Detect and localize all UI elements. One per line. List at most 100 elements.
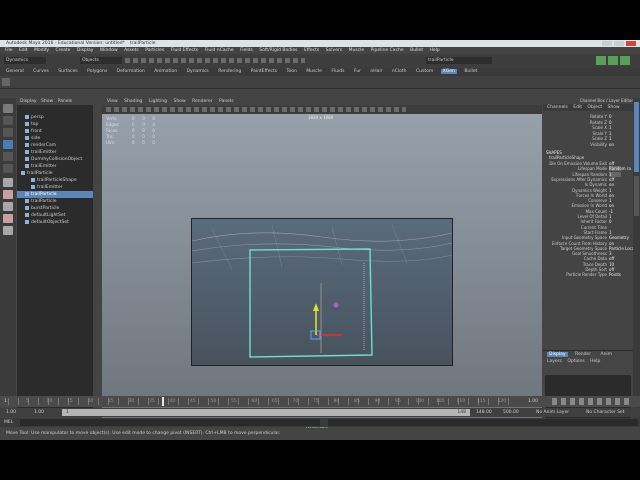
shape-attribute-row[interactable]: Target Geometry Space Particle Local xyxy=(560,246,635,251)
attribute-value[interactable]: on xyxy=(609,193,621,198)
attribute-value[interactable]: 3 xyxy=(609,251,621,256)
outliner-item[interactable]: side xyxy=(25,135,40,142)
attribute-value[interactable]: 1 xyxy=(609,198,621,203)
four-pane-layout-icon[interactable] xyxy=(3,190,13,199)
attribute-value[interactable]: 1 xyxy=(609,230,621,235)
attribute-value[interactable]: 1 xyxy=(609,188,621,193)
attribute-value[interactable]: Particle Local xyxy=(609,246,635,251)
outliner-item[interactable]: trailEmitter xyxy=(31,184,63,191)
menu-item[interactable]: Modify xyxy=(34,48,49,53)
shape-attribute-row[interactable]: Is Dynamic on xyxy=(585,182,621,187)
channel-row[interactable]: Scale Y1 xyxy=(593,131,621,136)
shape-attribute-row[interactable]: Cache Data off xyxy=(584,256,621,261)
shape-attribute-row[interactable]: Max Count -1 xyxy=(586,209,621,214)
shape-attribute-row[interactable]: Inherit Factor 0 xyxy=(580,219,621,224)
paint-select-tool-icon[interactable] xyxy=(3,128,13,137)
outliner-item[interactable]: trailParticle xyxy=(25,198,57,205)
viewport-menu-panels[interactable]: Panels xyxy=(219,99,233,104)
menuset-dropdown[interactable]: Dynamics xyxy=(4,57,46,64)
time-slider[interactable]: 1 5 10 15 20 25 30 35 40 45 50 55 60 65 70 75 80 85 90 95 10… xyxy=(0,396,640,407)
attribute-value[interactable]: off xyxy=(609,177,621,182)
anim-layer-dropdown[interactable]: No Anim Layer xyxy=(536,408,569,417)
shelf-tab-animation[interactable]: Animation xyxy=(152,69,179,74)
viewport-menu-show[interactable]: Show xyxy=(173,99,185,104)
shape-attribute-row[interactable]: Forces In World on xyxy=(576,193,621,198)
render-settings-icon[interactable] xyxy=(596,56,606,65)
attribute-value[interactable]: -1 xyxy=(609,209,621,214)
shelf-tab-curves[interactable]: Curves xyxy=(31,69,51,74)
channel-row[interactable]: Rotate Y0 xyxy=(590,114,621,119)
channel-row[interactable]: Scale X1 xyxy=(592,125,621,130)
name-search-field[interactable]: trailParticle xyxy=(426,57,492,64)
current-time-marker[interactable] xyxy=(162,397,164,406)
outliner-item[interactable]: trailParticle xyxy=(21,170,53,177)
attribute-value[interactable]: off xyxy=(609,161,621,166)
viewport-panel[interactable]: View Shading Lighting Show Renderer Pane… xyxy=(102,98,542,429)
shape-attribute-row[interactable]: Goal Smoothness 3 xyxy=(572,251,621,256)
outliner-menu-panels[interactable]: Panels xyxy=(58,99,72,104)
layer-tab-render[interactable]: Render xyxy=(573,352,593,357)
menu-item[interactable]: Particles xyxy=(145,48,164,53)
shelf-tab-custom[interactable]: Custom xyxy=(414,69,435,74)
shelf-tab-nhair[interactable]: nHair xyxy=(368,69,384,74)
channel-value[interactable]: 1 xyxy=(609,136,621,141)
menu-item[interactable]: Display xyxy=(77,48,94,53)
outliner-item[interactable]: renderCam xyxy=(25,142,56,149)
channel-value[interactable]: 0 xyxy=(609,120,621,125)
channel-row[interactable]: Visibility on xyxy=(590,142,621,147)
outliner-item[interactable]: DummyCollisionObject xyxy=(25,156,82,163)
shape-attribute-row[interactable]: Conserve 1 xyxy=(588,198,621,203)
outliner-item[interactable]: persp xyxy=(25,114,44,121)
viewport-menu-shading[interactable]: Shading xyxy=(124,99,142,104)
layer-tab-anim[interactable]: Anim xyxy=(599,352,615,357)
attribute-value[interactable]: 1 xyxy=(609,171,621,177)
shelf-tab-ncloth[interactable]: nCloth xyxy=(390,69,409,74)
persp-outliner-layout-icon[interactable] xyxy=(3,202,13,211)
shape-attribute-row[interactable]: Lifespan Mode Random ra xyxy=(578,166,631,172)
layer-menu-layers[interactable]: Layers xyxy=(547,359,562,364)
menu-item[interactable]: Fluid Effects xyxy=(171,48,199,53)
menu-item[interactable]: Window xyxy=(100,48,118,53)
side-tab-attribute-editor[interactable] xyxy=(634,176,639,216)
layer-menu-options[interactable]: Options xyxy=(567,359,584,364)
menu-item[interactable]: Create xyxy=(55,48,70,53)
channel-value[interactable]: 0 xyxy=(609,114,621,119)
layer-tab-display[interactable]: Display xyxy=(547,352,568,357)
maximize-button[interactable] xyxy=(614,41,624,46)
shape-attribute-row[interactable]: Lifespan Random 1 xyxy=(572,171,621,177)
shelf-tab-general[interactable]: General xyxy=(4,69,26,74)
outliner-item[interactable]: trailEmitter xyxy=(25,149,57,156)
channel-value[interactable]: on xyxy=(609,142,621,147)
shelf-tab-rendering[interactable]: Rendering xyxy=(216,69,243,74)
viewport-menu-renderer[interactable]: Renderer xyxy=(192,99,213,104)
shelf-tab-dynamics[interactable]: Dynamics xyxy=(185,69,211,74)
character-set-dropdown[interactable]: No Character Set xyxy=(586,408,625,417)
minimize-button[interactable] xyxy=(602,41,612,46)
attribute-value[interactable]: off xyxy=(609,256,621,261)
shelf-tab-polygons[interactable]: Polygons xyxy=(85,69,109,74)
menu-item[interactable]: Muscle xyxy=(349,48,365,53)
dummy-collision-object[interactable] xyxy=(249,248,373,358)
channel-menu-channels[interactable]: Channels xyxy=(547,105,568,110)
move-manipulator-y-arrow[interactable] xyxy=(313,303,319,311)
channel-value[interactable]: 1 xyxy=(609,131,621,136)
attribute-value[interactable]: on xyxy=(609,241,621,246)
outliner-item[interactable]: defaultObjectSet xyxy=(25,219,69,226)
shelf-tab-bullet[interactable]: Bullet xyxy=(462,69,479,74)
playback-controls[interactable] xyxy=(552,398,632,405)
shape-attribute-row[interactable]: Depth Sort off xyxy=(585,267,621,272)
shape-attribute-row[interactable]: Particle Render Type Points xyxy=(566,272,621,277)
shape-attribute-row[interactable]: Current Time xyxy=(581,225,621,230)
outliner-item[interactable]: burstParticle xyxy=(25,205,59,212)
outliner-layout-icon[interactable] xyxy=(3,226,13,235)
outliner-item[interactable]: defaultLightSet xyxy=(25,212,65,219)
menu-item[interactable]: Fluid nCache xyxy=(205,48,234,53)
shape-attribute-row[interactable]: Trace Depth 10 xyxy=(583,262,621,267)
shelf-tab-deformation[interactable]: Deformation xyxy=(115,69,147,74)
shape-attribute-row[interactable]: Input Geometry Space Geometry xyxy=(562,235,629,240)
single-pane-layout-icon[interactable] xyxy=(3,178,13,187)
channel-menu-show[interactable]: Show xyxy=(608,105,620,110)
outliner-menu-show[interactable]: Show xyxy=(41,99,53,104)
channel-value[interactable]: 1 xyxy=(609,125,621,130)
attribute-value[interactable]: 0 xyxy=(609,219,621,224)
